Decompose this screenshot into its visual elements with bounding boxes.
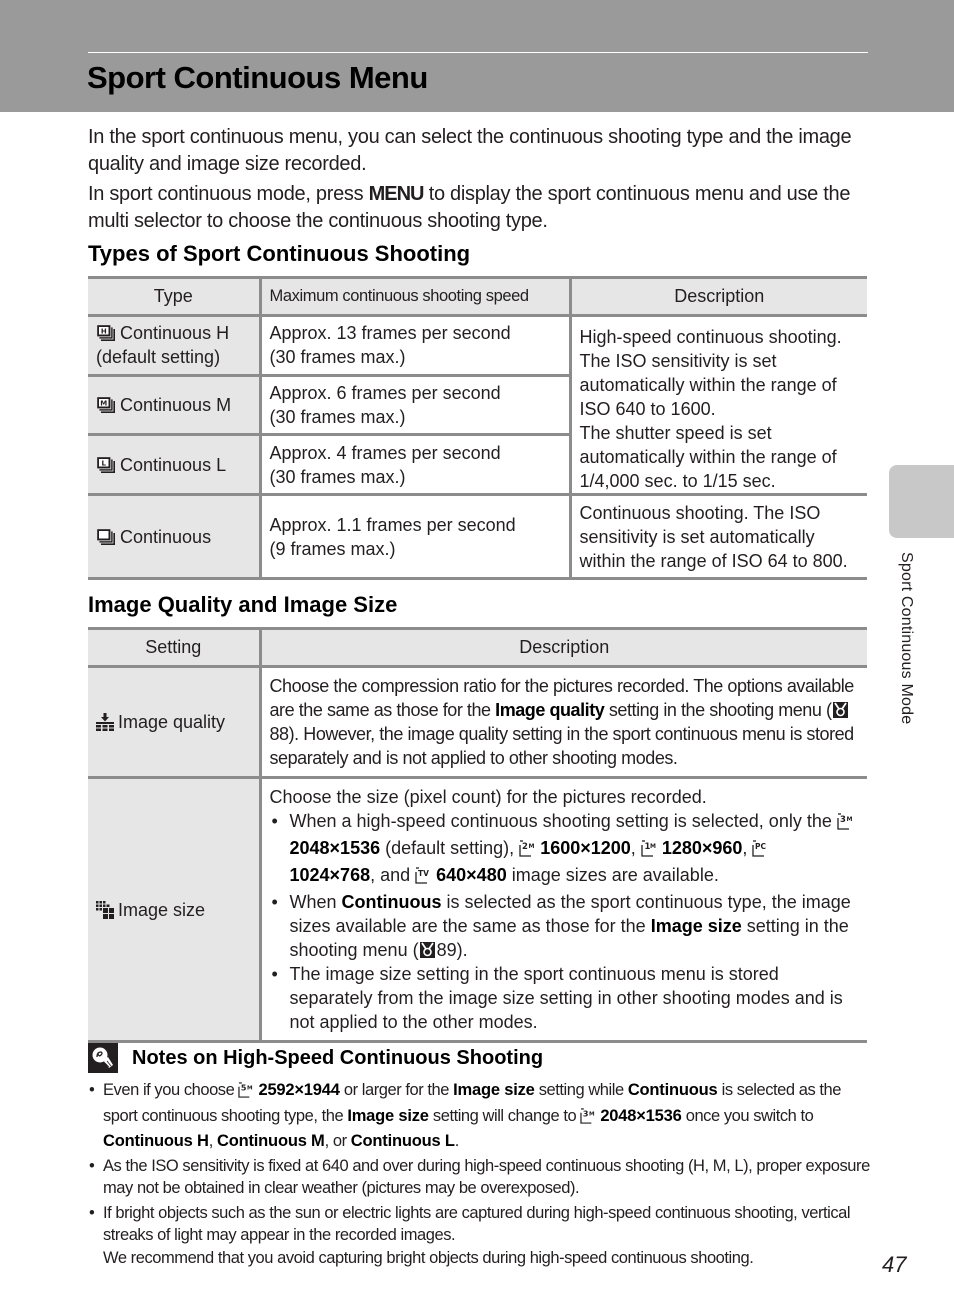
- image-quality-icon: [96, 713, 114, 731]
- list-item: Even if you choose 5M2592×1944 or larger…: [89, 1079, 878, 1153]
- svg-text:5: 5: [241, 1083, 247, 1092]
- svg-text:M: M: [247, 1086, 253, 1092]
- column-header-speed: Maximum continuous shooting speed: [260, 276, 572, 317]
- svg-text:M: M: [100, 400, 107, 408]
- page-title: Sport Continuous Menu: [87, 60, 428, 95]
- list-item: As the ISO sensitivity is fixed at 640 a…: [89, 1155, 878, 1200]
- setting-cell: Image size: [88, 776, 262, 1043]
- notes-title: Notes on High-Speed Continuous Shooting: [132, 1046, 544, 1069]
- size-pc-icon: PC: [752, 839, 770, 863]
- table-row: Continuous Approx. 1.1 frames per second…: [88, 493, 867, 580]
- notes-header: Notes on High-Speed Continuous Shooting: [88, 1043, 878, 1073]
- header-rule: [88, 52, 868, 53]
- page-reference-icon: [832, 702, 848, 718]
- chapter-tab: [889, 465, 954, 538]
- svg-text:M: M: [846, 816, 852, 823]
- page-number: 47: [882, 1252, 907, 1277]
- svg-text:TV: TV: [418, 869, 429, 878]
- image-size-bullets: When a high-speed continuous shooting se…: [270, 809, 860, 1034]
- image-size-icon: [96, 900, 114, 919]
- size-5m-icon: 5M: [238, 1082, 255, 1105]
- svg-text:M: M: [650, 843, 656, 850]
- menu-button-icon: MENU: [368, 183, 425, 205]
- svg-text:2: 2: [522, 842, 528, 852]
- size-tv-icon: TV: [415, 866, 433, 890]
- notes-section: Notes on High-Speed Continuous Shooting …: [88, 1043, 878, 1271]
- column-header-description: Description: [570, 276, 867, 317]
- lightbulb-note-icon: [88, 1043, 118, 1073]
- column-header-description: Description: [260, 627, 867, 668]
- speed-cell: Approx. 4 frames per second (30 frames ma…: [260, 433, 572, 496]
- table-row: Image size Choose the size (pixel count)…: [88, 776, 867, 1043]
- speed-cell: Approx. 13 frames per second (30 frames m…: [260, 314, 572, 377]
- size-2m-icon: 2M: [519, 839, 537, 863]
- svg-text:M: M: [589, 1111, 595, 1117]
- chapter-label: Sport Continuous Mode: [898, 552, 915, 725]
- svg-text:L: L: [102, 459, 107, 467]
- continuous-m-icon: M: [96, 396, 115, 413]
- types-table: Type Maximum continuous shooting speed D…: [88, 276, 867, 580]
- page-reference-icon: [419, 942, 435, 958]
- list-item: The image size setting in the sport cont…: [272, 962, 860, 1034]
- description-cell-high-speed: High-speed continuous shooting. The ISO …: [570, 314, 867, 496]
- type-cell: M Continuous M: [88, 373, 262, 437]
- svg-text:H: H: [101, 328, 107, 336]
- svg-text:3: 3: [840, 815, 846, 825]
- column-header-setting: Setting: [88, 627, 262, 668]
- intro-paragraph-1: In the sport continuous menu, you can se…: [88, 126, 852, 175]
- svg-text:M: M: [529, 843, 535, 850]
- table-row: H Continuous H (default setting) Approx. …: [88, 314, 867, 496]
- continuous-icon: [96, 527, 115, 545]
- quality-table: Setting Description Image quality Choose…: [88, 627, 867, 1043]
- continuous-l-icon: L: [96, 456, 115, 473]
- type-cell: Continuous: [88, 493, 262, 580]
- types-heading: Types of Sport Continuous Shooting: [88, 241, 471, 266]
- image-size-description: Choose the size (pixel count) for the pi…: [260, 776, 867, 1043]
- list-item: When Continuous is selected as the sport…: [272, 890, 860, 962]
- continuous-h-icon: H: [96, 324, 115, 342]
- table-row: Image quality Choose the compression rat…: [88, 665, 867, 779]
- column-header-type: Type: [88, 276, 262, 317]
- speed-cell: Approx. 6 frames per second (30 frames ma…: [260, 373, 572, 437]
- svg-text:3: 3: [583, 1109, 588, 1118]
- image-quality-description: Choose the compression ratio for the pic…: [260, 665, 867, 779]
- quality-heading: Image Quality and Image Size: [88, 592, 398, 617]
- setting-cell: Image quality: [88, 665, 262, 779]
- size-3m-icon: 3M: [837, 812, 855, 836]
- size-3m-icon: 3M: [580, 1107, 597, 1131]
- list-item: If bright objects such as the sun or ele…: [89, 1202, 878, 1270]
- type-cell: L Continuous L: [88, 433, 262, 496]
- size-1m-icon: 1M: [641, 839, 659, 863]
- list-item: When a high-speed continuous shooting se…: [272, 809, 860, 890]
- intro-paragraph-2: In sport continuous mode, press MENU to …: [88, 183, 851, 232]
- svg-text:PC: PC: [755, 842, 766, 851]
- description-cell-continuous: Continuous shooting. The ISO sensitivity…: [570, 493, 867, 580]
- type-cell: H Continuous H (default setting): [88, 314, 262, 377]
- notes-list: Even if you choose 5M2592×1944 or larger…: [88, 1079, 878, 1269]
- speed-cell: Approx. 1.1 frames per second (9 frames m…: [260, 493, 572, 580]
